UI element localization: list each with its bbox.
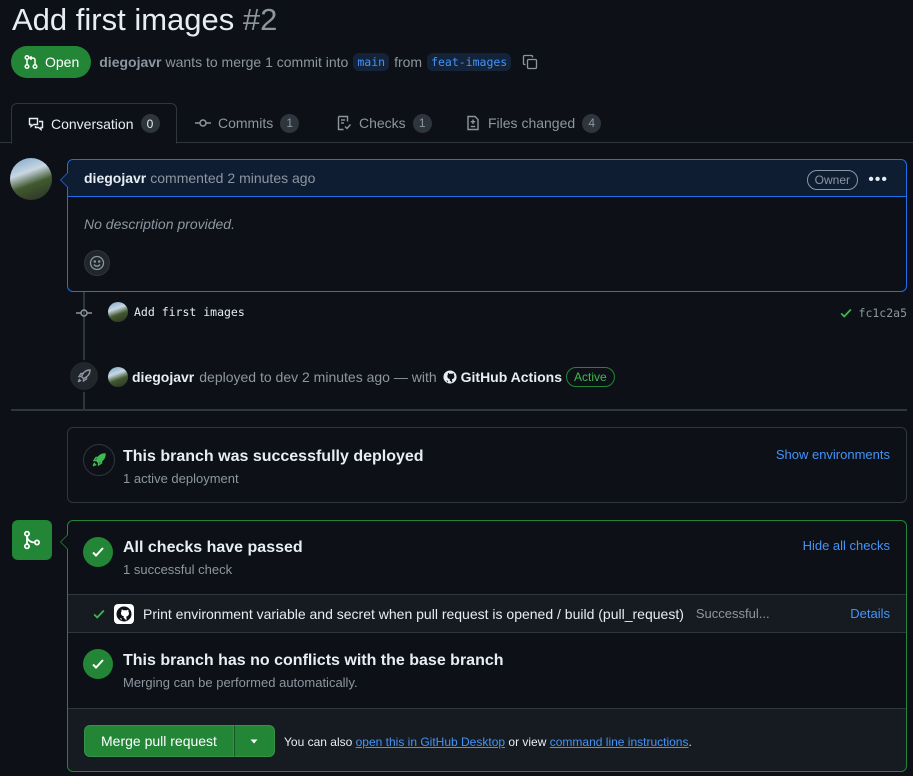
pr-state-row: Open diegojavr wants to merge 1 commit i… [11,46,538,78]
tab-counter: 4 [582,113,602,133]
tab-label: Commits [218,115,274,131]
comment-timestamp[interactable]: 2 minutes ago [227,170,315,186]
commit-event: Add first images [134,305,245,319]
check-icon [92,547,104,557]
tab-counter: 1 [280,113,300,133]
checks-passed-badge [83,537,113,567]
pr-title: Add first images #2 [12,2,277,38]
git-commit-icon [195,119,211,127]
deploy-event-badge [68,360,100,392]
merge-status-badge [12,520,52,560]
comment-discussion-icon [28,117,44,131]
deploy-event-text: deployed to dev 2 minutes ago — with [199,369,437,385]
pr-number: #2 [242,2,278,37]
merge-pull-request-button[interactable]: Merge pull request [84,725,234,757]
tab-checks[interactable]: Checks 1 [336,103,432,143]
check-icon [840,308,851,318]
copy-icon[interactable] [522,54,538,70]
deployment-title: This branch was successfully deployed [123,448,424,465]
merge-method-dropdown[interactable] [233,725,275,757]
merge-box-caret [60,534,68,550]
command-line-instructions-link[interactable]: command line instructions [550,735,689,749]
check-details-link[interactable]: Details [850,606,890,621]
active-badge: Active [566,367,615,387]
deployment-rocket-badge [83,444,115,476]
from-text: from [394,54,423,70]
tab-conversation[interactable]: Conversation 0 [11,103,177,144]
add-reaction-button[interactable] [84,250,110,276]
tab-commits[interactable]: Commits 1 [195,103,300,143]
check-icon [93,609,105,619]
show-environments-link[interactable]: Show environments [776,447,890,462]
pr-summary-text: wants to merge 1 commit into [165,54,349,70]
git-merge-icon [23,530,41,550]
conflicts-title: This branch has no conflicts with the ba… [123,652,504,669]
or-view-text: or view [508,735,547,749]
comment-action: commented [150,170,224,186]
pr-description-comment: diegojavr commented 2 minutes ago Owner … [60,159,907,292]
comment-caret [60,172,68,188]
checks-title: All checks have passed [123,539,303,556]
deployer-link[interactable]: diegojavr [132,369,194,385]
deploy-event: diegojavr deployed to dev 2 minutes ago … [132,366,615,388]
tab-label: Files changed [488,115,576,131]
no-conflicts-badge [83,649,113,679]
commit-message-link[interactable]: Add first images [134,305,245,319]
owner-badge: Owner [806,170,858,190]
deployment-status-box: This branch was successfully deployed 1 … [67,427,907,503]
commit-sha-group: fc1c2a5 [839,306,907,320]
also-prefix: You can also [284,735,353,749]
github-actions-link[interactable]: GitHub Actions [461,369,562,385]
file-diff-icon [467,115,479,131]
checklist-icon [337,115,352,131]
deployer-avatar[interactable] [108,367,128,387]
comment-body: No description provided. [84,216,235,232]
github-logo-icon [443,370,457,384]
author-avatar[interactable] [10,158,52,200]
git-commit-icon [76,309,92,317]
state-label: Open [45,54,80,70]
check-icon [92,659,104,669]
check-run-status: Successful... [695,606,770,621]
github-logo-icon [114,603,134,624]
commit-author-avatar[interactable] [108,302,128,322]
rocket-icon [92,453,106,467]
suffix-text: . [688,735,692,749]
tab-label: Conversation [51,115,134,132]
rocket-icon [77,369,91,383]
state-badge: Open [11,46,92,78]
checks-subtitle: 1 successful check [123,562,233,577]
commit-sha-link[interactable]: fc1c2a5 [859,306,907,320]
merge-button-group: Merge pull request [84,725,275,757]
conflicts-subtitle: Merging can be performed automatically. [123,675,358,690]
merge-box: All checks have passed 1 successful chec… [60,520,907,772]
deployment-subtitle: 1 active deployment [123,471,239,486]
hide-all-checks-link[interactable]: Hide all checks [803,538,890,553]
triangle-down-icon [250,739,258,744]
comment-author[interactable]: diegojavr [84,170,146,186]
open-in-desktop-link[interactable]: open this in GitHub Desktop [356,735,505,749]
timeline-end-separator [11,409,907,411]
smiley-icon [89,255,105,271]
pr-author-link[interactable]: diegojavr [99,54,161,70]
check-run-name: Print environment variable and secret wh… [143,605,684,622]
base-branch-ref[interactable]: main [353,53,390,71]
check-run-row: Print environment variable and secret wh… [68,594,906,633]
tab-counter: 1 [412,113,432,133]
head-branch-ref[interactable]: feat-images [427,53,512,71]
git-pull-request-icon [24,54,38,70]
pr-tabs: Conversation 0 Commits 1 Checks 1 Files … [0,103,913,144]
merge-footer: Merge pull request You can also open thi… [68,708,906,771]
comment-header: diegojavr commented 2 minutes ago [68,160,906,197]
tab-label: Checks [359,115,406,131]
kebab-menu-icon[interactable]: ••• [868,171,888,189]
tab-files-changed[interactable]: Files changed 4 [465,103,602,143]
pr-title-text: Add first images [12,2,235,37]
tab-counter: 0 [140,114,160,133]
merge-alternatives-text: You can also open this in GitHub Desktop… [284,735,692,749]
